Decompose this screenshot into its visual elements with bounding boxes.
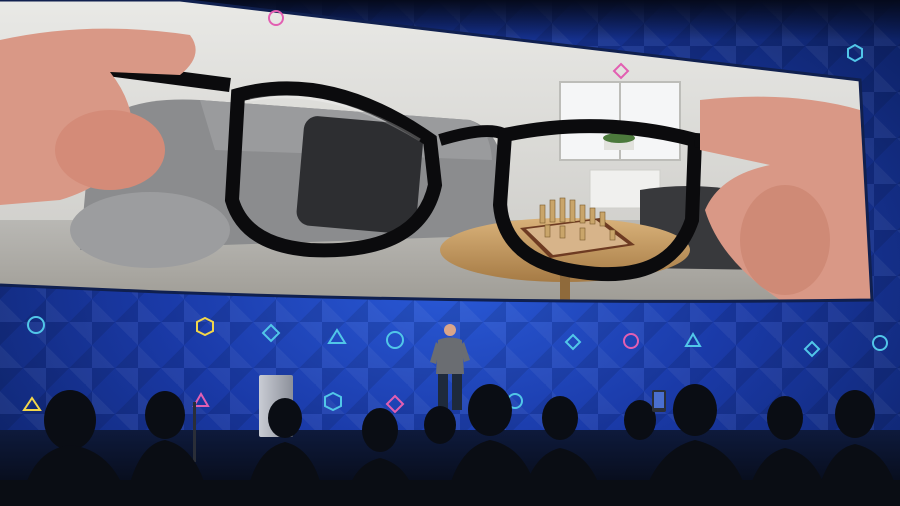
diamond-icon [564,333,582,351]
conference-stage-scene [0,0,900,506]
circle-icon [27,316,45,334]
circle-icon [386,331,404,349]
triangle-icon [684,332,702,347]
circle-icon [872,335,888,351]
circle-icon [268,10,284,26]
hexagon-icon [847,43,863,63]
diamond-icon [261,323,281,343]
diamond-icon [612,62,630,80]
triangle-icon [327,328,347,344]
diamond-icon [803,340,821,358]
audience [0,384,900,506]
hexagon-icon [196,316,214,337]
circle-icon [623,333,639,349]
